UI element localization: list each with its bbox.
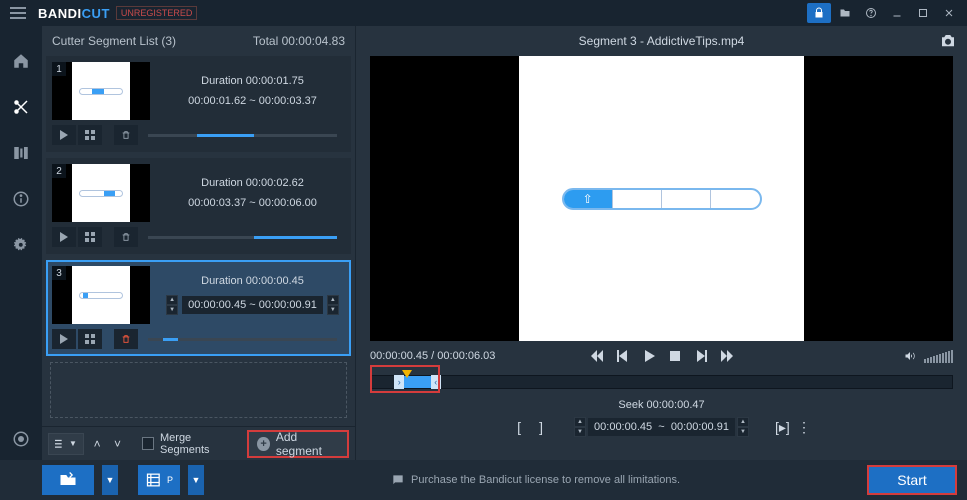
- lock-icon[interactable]: [807, 3, 831, 23]
- end-spinner[interactable]: ▲▼: [327, 295, 339, 315]
- segment-progress[interactable]: [148, 338, 337, 341]
- cut-icon[interactable]: [10, 96, 32, 118]
- segment-card[interactable]: 2 Duration 00:00:02.62 00:00:03.37 ~ 00:…: [46, 158, 351, 254]
- open-file-button[interactable]: [42, 465, 94, 495]
- segment-list-title: Cutter Segment List (3): [52, 34, 176, 48]
- stop-icon[interactable]: [667, 348, 683, 364]
- start-spinner[interactable]: ▲▼: [166, 295, 178, 315]
- set-end-bracket[interactable]: ]: [534, 419, 548, 435]
- playhead[interactable]: [402, 370, 412, 378]
- selection-end-handle[interactable]: ‹: [431, 375, 441, 389]
- record-icon[interactable]: [10, 428, 32, 450]
- segment-list-total: Total 00:00:04.83: [253, 34, 345, 48]
- segment-range: 00:00:03.37 ~ 00:00:06.00: [188, 197, 317, 209]
- trash-icon[interactable]: [114, 329, 138, 349]
- play-icon[interactable]: [641, 348, 657, 364]
- segment-duration: Duration 00:00:02.62: [201, 177, 304, 189]
- segment-duration: Duration 00:00:01.75: [201, 75, 304, 87]
- timeline-selection[interactable]: › ‹: [394, 376, 440, 388]
- unregistered-badge: UNREGISTERED: [116, 6, 198, 20]
- end-time[interactable]: 00:00:00.91: [259, 299, 317, 311]
- seek-start[interactable]: 00:00:00.45: [594, 421, 652, 433]
- camera-icon[interactable]: [939, 32, 957, 53]
- merge-checkbox[interactable]: [142, 437, 154, 450]
- segment-card[interactable]: 1 Duration 00:00:01.75 00:00:01.62 ~ 00:…: [46, 56, 351, 152]
- home-icon[interactable]: [10, 50, 32, 72]
- trash-icon[interactable]: [114, 227, 138, 247]
- volume-slider[interactable]: [924, 350, 953, 363]
- segment-range: 00:00:01.62 ~ 00:00:03.37: [188, 95, 317, 107]
- help-icon[interactable]: [859, 3, 883, 23]
- segment-thumbnail: 3: [52, 266, 150, 324]
- gear-icon[interactable]: [10, 234, 32, 256]
- segment-progress[interactable]: [148, 236, 337, 239]
- add-segment-dropzone[interactable]: [50, 362, 347, 418]
- video-preview: ⇧: [370, 56, 953, 341]
- app-logo: BANDICUT: [38, 6, 110, 21]
- segment-duration: Duration 00:00:00.45: [201, 275, 304, 287]
- start-time[interactable]: 00:00:00.45: [188, 299, 246, 311]
- close-icon[interactable]: [937, 3, 961, 23]
- trash-icon[interactable]: [114, 125, 138, 145]
- grid-icon[interactable]: [78, 329, 102, 349]
- info-icon[interactable]: [10, 188, 32, 210]
- prev-frame-icon[interactable]: [615, 348, 631, 364]
- segment-thumbnail: 1: [52, 62, 150, 120]
- set-start-bracket[interactable]: [: [512, 419, 526, 435]
- project-dropdown[interactable]: ▼: [188, 465, 204, 495]
- compare-icon[interactable]: [10, 142, 32, 164]
- seek-end-spinner[interactable]: ▲▼: [737, 417, 749, 437]
- move-down-icon[interactable]: ˅: [110, 437, 124, 451]
- segment-thumbnail: 2: [52, 164, 150, 222]
- time-display: 00:00:00.45 / 00:00:06.03: [370, 350, 495, 362]
- project-button[interactable]: P: [138, 465, 180, 495]
- license-message: Purchase the Bandicut license to remove …: [411, 474, 680, 486]
- seek-label: Seek 00:00:00.47: [618, 399, 704, 411]
- jump-start-icon[interactable]: [▸]: [775, 419, 789, 436]
- segment-card-selected[interactable]: 3 Duration 00:00:00.45 ▲▼ 00:00:00.45 ~ …: [46, 260, 351, 356]
- segment-progress[interactable]: [148, 134, 337, 137]
- merge-label: Merge Segments: [160, 432, 235, 456]
- next-frame-icon[interactable]: [693, 348, 709, 364]
- volume-icon[interactable]: [902, 348, 918, 364]
- timeline[interactable]: › ‹: [370, 375, 953, 389]
- more-icon[interactable]: ⋮: [797, 419, 811, 436]
- move-up-icon[interactable]: ˄: [90, 437, 104, 451]
- prev-segment-icon[interactable]: [589, 348, 605, 364]
- list-menu-button[interactable]: ▼: [48, 433, 84, 455]
- next-segment-icon[interactable]: [719, 348, 735, 364]
- seek-start-spinner[interactable]: ▲▼: [574, 417, 586, 437]
- grid-icon[interactable]: [78, 227, 102, 247]
- play-icon[interactable]: [52, 329, 76, 349]
- start-button[interactable]: Start: [867, 465, 957, 495]
- maximize-icon[interactable]: [911, 3, 935, 23]
- folder-icon[interactable]: [833, 3, 857, 23]
- play-icon[interactable]: [52, 125, 76, 145]
- seek-end[interactable]: 00:00:00.91: [671, 421, 729, 433]
- plus-icon: +: [257, 437, 270, 451]
- preview-title: Segment 3 - AddictiveTips.mp4: [579, 34, 745, 48]
- minimize-icon[interactable]: [885, 3, 909, 23]
- grid-icon[interactable]: [78, 125, 102, 145]
- menu-button[interactable]: [6, 1, 30, 25]
- open-file-dropdown[interactable]: ▼: [102, 465, 118, 495]
- add-segment-button[interactable]: + Add segment: [247, 430, 349, 458]
- play-icon[interactable]: [52, 227, 76, 247]
- chat-icon: [391, 473, 405, 487]
